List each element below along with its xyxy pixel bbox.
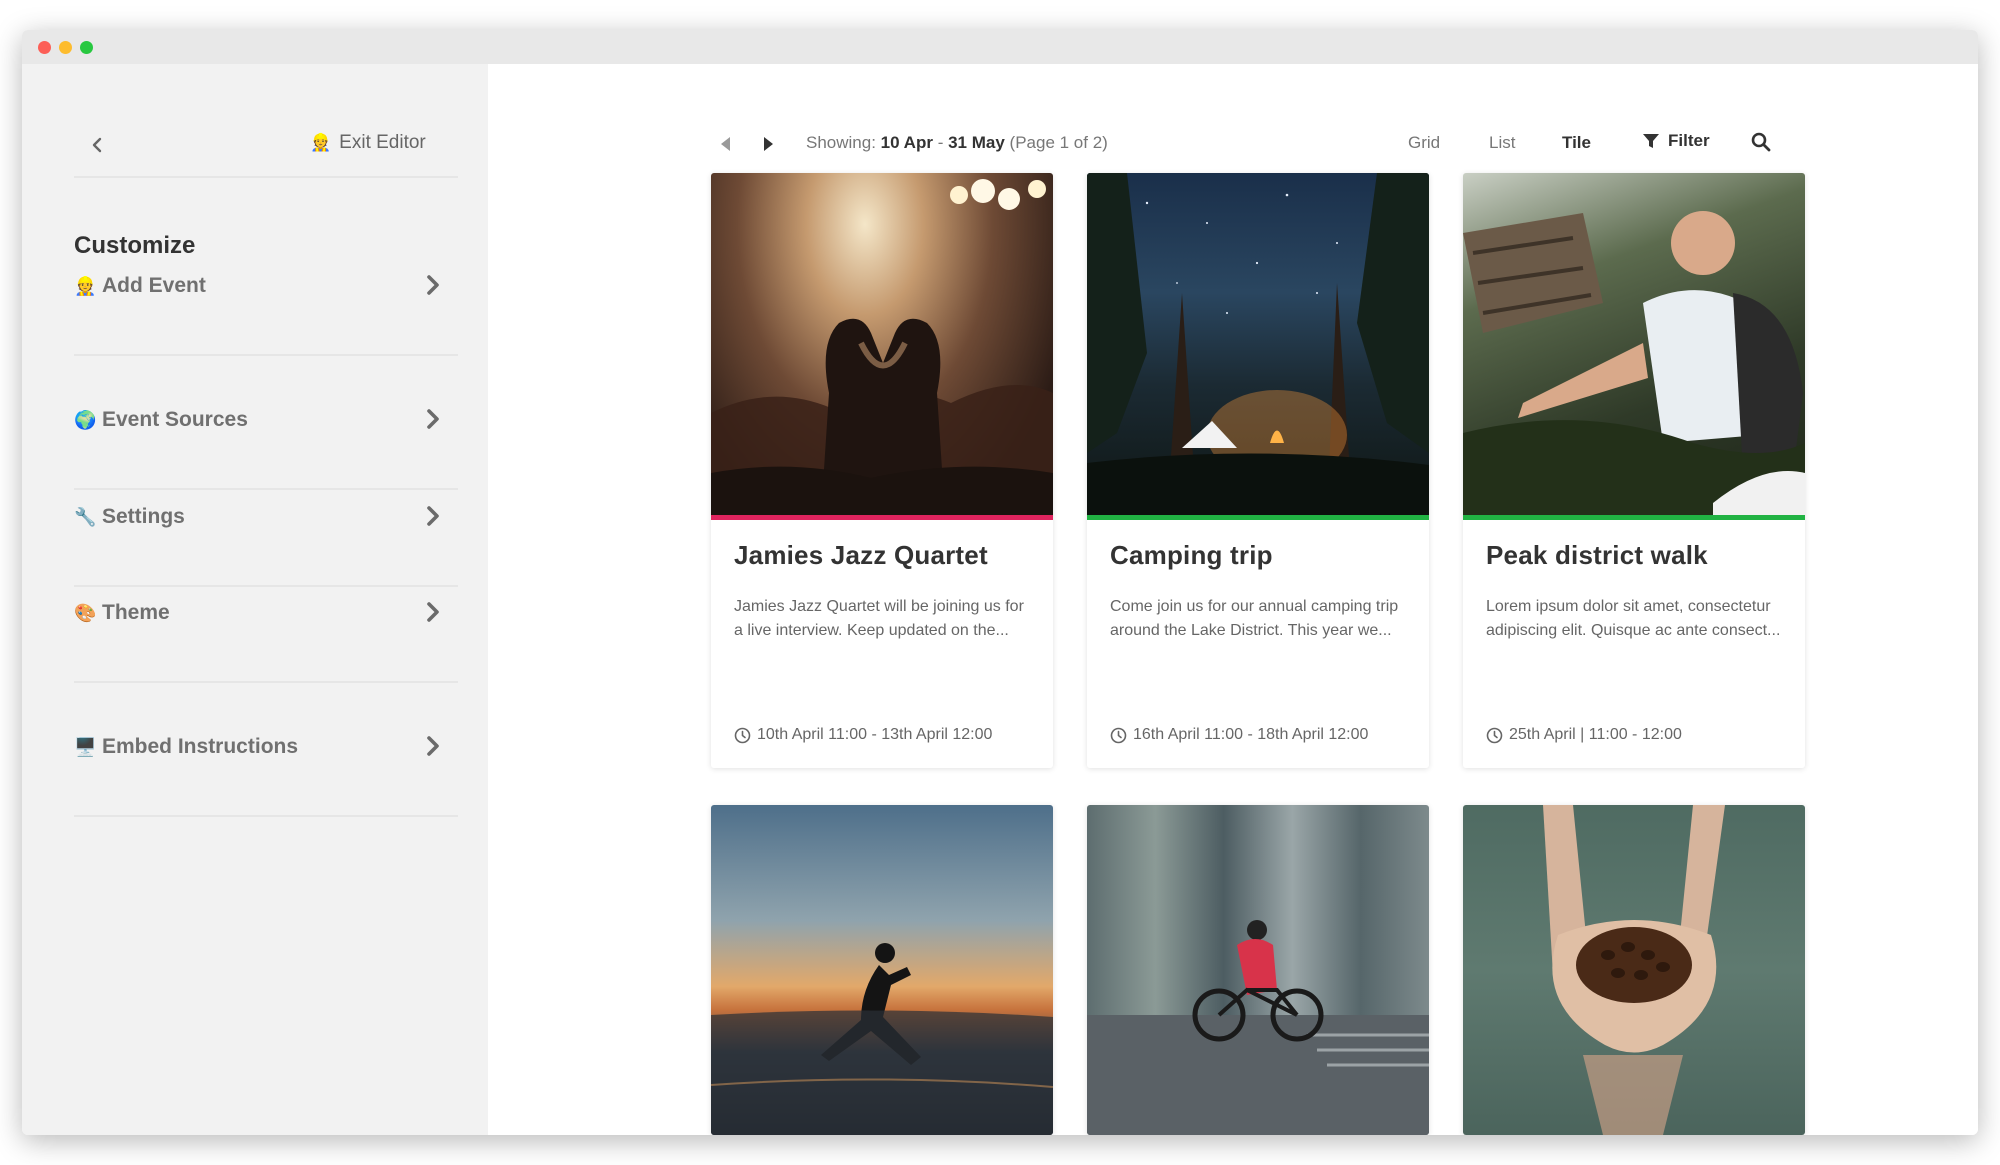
concert-illustration (711, 179, 1053, 515)
range-separator: - (937, 133, 944, 152)
event-description: Come join us for our annual camping trip… (1110, 598, 1399, 639)
camping-image (1087, 173, 1429, 515)
exit-editor-link[interactable]: 👷 Exit Editor (310, 132, 426, 154)
chevron-right-icon (427, 409, 439, 429)
wrench-icon: 🔧 (74, 506, 97, 527)
event-card[interactable]: Jamies Jazz Quartet Jamies Jazz Quartet … (711, 173, 1053, 768)
event-time: 16th April 11:00 - 18th April 12:00 (1110, 726, 1368, 744)
event-time-text: 25th April | 11:00 - 12:00 (1509, 726, 1682, 743)
exit-editor-label: Exit Editor (339, 132, 426, 153)
event-card[interactable]: Peak district walk Lorem ipsum dolor sit… (1463, 173, 1805, 768)
clock-icon (734, 727, 751, 743)
filter-icon (1643, 134, 1659, 148)
close-window-button[interactable] (38, 41, 51, 54)
sidebar-item-add-event[interactable]: 👷 Add Event (74, 266, 458, 306)
hiker-image (1463, 173, 1805, 515)
filter-label: Filter (1668, 131, 1710, 150)
range-end: 31 May (948, 133, 1005, 152)
filter-button[interactable]: Filter (1642, 131, 1710, 151)
sidebar-item-label: Event Sources (102, 408, 248, 431)
coffee-beans-image (1463, 805, 1805, 1135)
sidebar-item-label: Embed Instructions (102, 735, 299, 758)
divider (74, 176, 458, 178)
chevron-right-icon (427, 275, 439, 295)
event-card[interactable] (711, 805, 1053, 1135)
back-button[interactable] (82, 130, 112, 160)
minimize-window-button[interactable] (59, 41, 72, 54)
event-description: Jamies Jazz Quartet will be joining us f… (734, 598, 1024, 639)
chevron-right-icon (427, 602, 439, 622)
event-description: Lorem ipsum dolor sit amet, consectetur … (1486, 598, 1781, 639)
palette-icon: 🎨 (74, 602, 97, 623)
next-page-icon[interactable] (758, 134, 778, 154)
sidebar-item-label: Add Event (102, 274, 206, 297)
coffee-illustration (1543, 805, 1725, 1135)
sidebar-item-label: Settings (102, 505, 185, 528)
sidebar-heading: Customize (74, 232, 196, 259)
divider (74, 815, 458, 817)
event-title[interactable]: Jamies Jazz Quartet (734, 540, 1030, 571)
sidebar-item-embed-instructions[interactable]: 🖥️ Embed Instructions (74, 727, 458, 767)
camping-illustration (1087, 173, 1429, 515)
clock-icon (1486, 727, 1503, 743)
event-time: 25th April | 11:00 - 12:00 (1486, 726, 1682, 744)
construction-worker-icon: 👷 (74, 275, 97, 296)
divider (74, 585, 458, 587)
chevron-right-icon (427, 506, 439, 526)
divider (74, 354, 458, 356)
date-range-label: Showing: 10 Apr - 31 May (Page 1 of 2) (806, 133, 1108, 153)
event-card[interactable]: Camping trip Come join us for our annual… (1087, 173, 1429, 768)
event-time-text: 16th April 11:00 - 18th April 12:00 (1133, 726, 1369, 743)
runner-illustration (711, 943, 1053, 1135)
maximize-window-button[interactable] (80, 41, 93, 54)
divider (74, 488, 458, 490)
event-title[interactable]: Camping trip (1110, 540, 1406, 571)
construction-worker-icon: 👷 (310, 133, 332, 152)
page-indicator: (Page 1 of 2) (1009, 133, 1108, 152)
editor-sidebar: 👷 Exit Editor Customize 👷 Add Event 🌍 Ev… (22, 64, 488, 1135)
divider (74, 681, 458, 683)
sidebar-item-theme[interactable]: 🎨 Theme (74, 593, 458, 633)
previous-page-icon[interactable] (716, 134, 736, 154)
desktop-computer-icon: 🖥️ (74, 736, 97, 757)
cyclist-image (1087, 805, 1429, 1135)
view-grid-button[interactable]: Grid (1408, 133, 1440, 153)
runner-image (711, 805, 1053, 1135)
chevron-left-icon (92, 137, 102, 153)
event-card[interactable] (1463, 805, 1805, 1135)
showing-prefix: Showing: (806, 133, 876, 152)
cyclist-illustration (1087, 920, 1429, 1135)
sidebar-item-settings[interactable]: 🔧 Settings (74, 497, 458, 537)
event-time: 10th April 11:00 - 13th April 12:00 (734, 726, 992, 744)
globe-icon: 🌍 (74, 409, 97, 430)
calendar-toolbar: Showing: 10 Apr - 31 May (Page 1 of 2) G… (488, 124, 1978, 164)
sidebar-item-event-sources[interactable]: 🌍 Event Sources (74, 400, 458, 440)
sidebar-item-label: Theme (102, 601, 170, 624)
window-titlebar (22, 30, 1978, 64)
chevron-right-icon (427, 736, 439, 756)
concert-image (711, 173, 1053, 515)
view-list-button[interactable]: List (1489, 133, 1515, 153)
clock-icon (1110, 727, 1127, 743)
event-time-text: 10th April 11:00 - 13th April 12:00 (757, 726, 993, 743)
event-title[interactable]: Peak district walk (1486, 540, 1782, 571)
event-card[interactable] (1087, 805, 1429, 1135)
range-start: 10 Apr (880, 133, 933, 152)
search-icon[interactable] (1750, 131, 1772, 153)
browser-window: 👷 Exit Editor Customize 👷 Add Event 🌍 Ev… (22, 30, 1978, 1135)
view-tile-button[interactable]: Tile (1562, 133, 1591, 153)
hiker-illustration (1463, 211, 1805, 515)
events-main: Showing: 10 Apr - 31 May (Page 1 of 2) G… (488, 64, 1978, 1135)
